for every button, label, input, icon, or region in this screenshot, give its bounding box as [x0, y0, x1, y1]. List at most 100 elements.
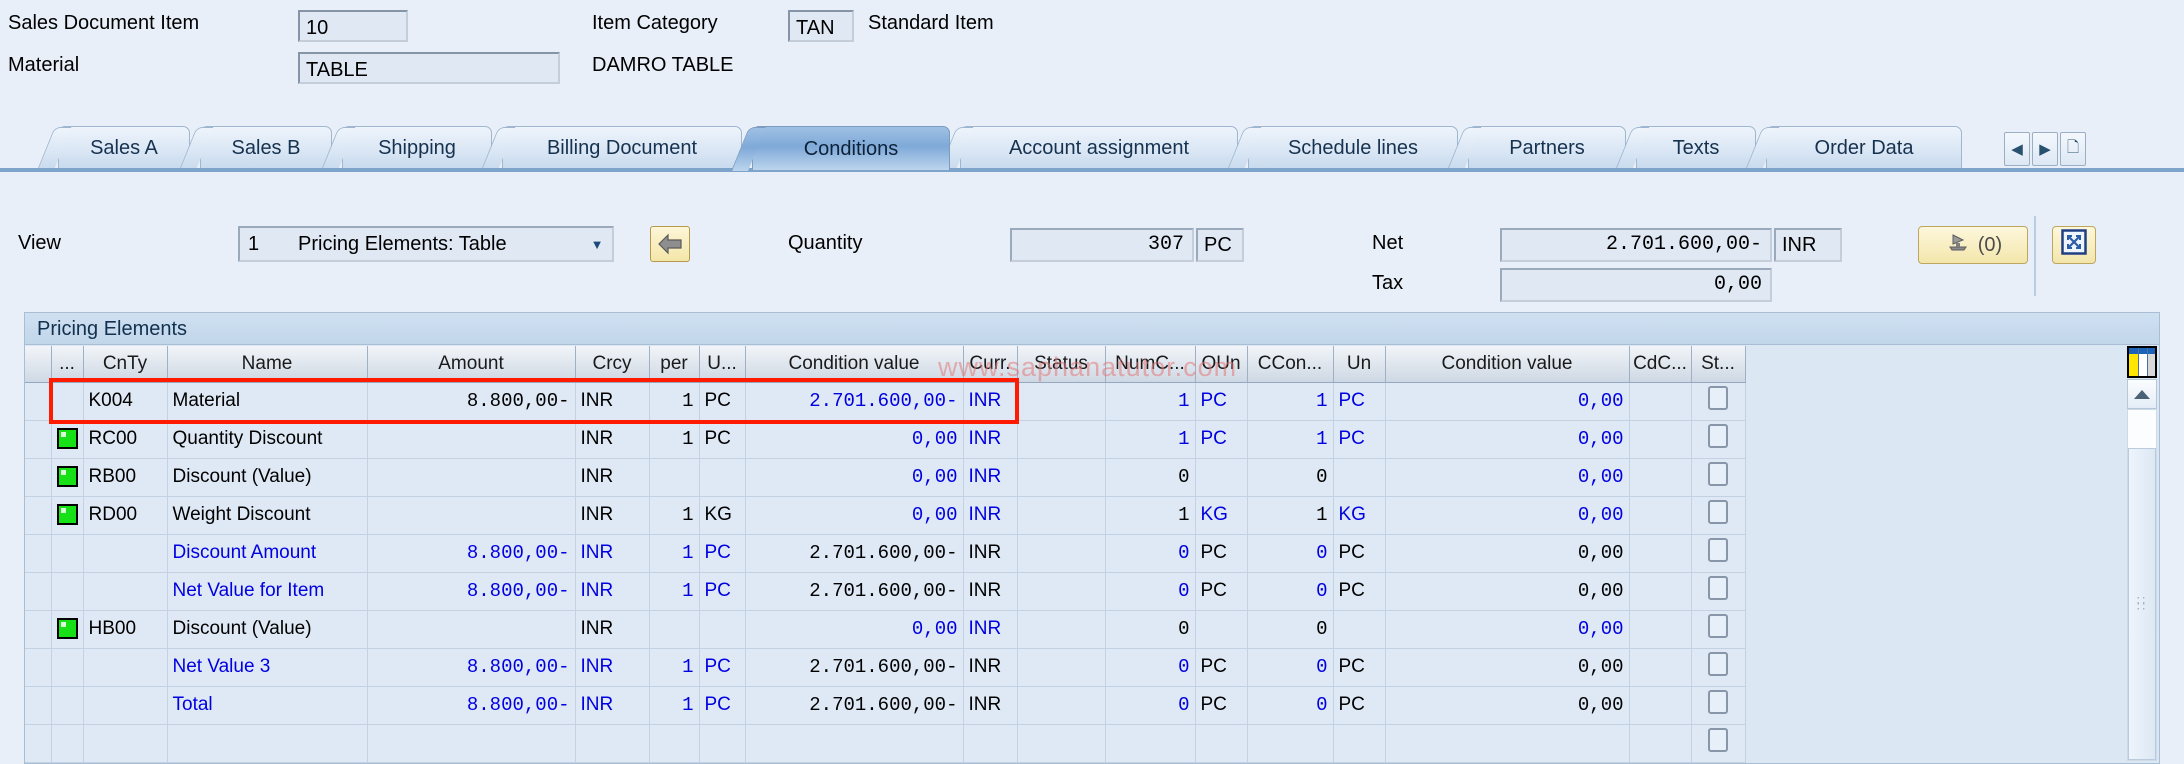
quantity-unit-field[interactable]: PC — [1196, 228, 1244, 262]
cell-ccon[interactable]: 1 — [1247, 382, 1334, 421]
cell-condition-value[interactable]: 2.701.600,00- — [745, 534, 964, 573]
cell-condition-value-2[interactable]: 0,00 — [1385, 420, 1630, 459]
cell-per[interactable]: 1 — [649, 686, 700, 725]
cell-condition-value-2[interactable]: 0,00 — [1385, 534, 1630, 573]
cell-un[interactable] — [1333, 610, 1386, 649]
cell-currency[interactable]: INR — [963, 686, 1018, 725]
cell-ccon[interactable]: 0 — [1247, 648, 1334, 687]
row-checkbox[interactable] — [1708, 576, 1728, 600]
column-header-status[interactable]: Status — [1017, 346, 1106, 383]
table-row[interactable]: Net Value 3 8.800,00- INR 1 PC 2.701.600,00- I… — [25, 648, 1746, 687]
row-selector[interactable] — [25, 534, 52, 573]
row-checkbox[interactable] — [1708, 690, 1728, 714]
cell-crcy[interactable]: INR — [575, 648, 650, 687]
cell-condition-value-2[interactable]: 0,00 — [1385, 496, 1630, 535]
cell-oun[interactable]: PC — [1195, 382, 1248, 421]
cell-unit[interactable]: PC — [699, 534, 746, 573]
cell-cdc[interactable] — [1629, 382, 1692, 421]
cell-per[interactable]: 1 — [649, 382, 700, 421]
cell-per[interactable] — [649, 724, 700, 763]
cell-amount[interactable] — [367, 458, 576, 497]
cell-cnty[interactable]: RC00 — [83, 420, 168, 459]
cell-amount[interactable] — [367, 610, 576, 649]
cell-currency[interactable]: INR — [963, 458, 1018, 497]
cell-unit[interactable]: PC — [699, 648, 746, 687]
cell-oun[interactable]: KG — [1195, 496, 1248, 535]
cell-status-checkbox[interactable] — [1691, 648, 1746, 687]
chevron-right-icon[interactable]: ▶ — [2032, 132, 2058, 166]
row-checkbox[interactable] — [1708, 462, 1728, 486]
cell-crcy[interactable]: INR — [575, 420, 650, 459]
net-value-field[interactable]: 2.701.600,00- — [1500, 228, 1772, 262]
cell-condition-value-2[interactable]: 0,00 — [1385, 458, 1630, 497]
cell-un[interactable]: PC — [1333, 648, 1386, 687]
cell-name[interactable]: Weight Discount — [167, 496, 368, 535]
scrollbar-thumb[interactable]: ∷ ∷ — [2128, 448, 2156, 760]
row-checkbox[interactable] — [1708, 500, 1728, 524]
table-row[interactable]: K004 Material 8.800,00- INR 1 PC 2.701.600,00-… — [25, 382, 1746, 421]
cell-per[interactable]: 1 — [649, 572, 700, 611]
cell-per[interactable]: 1 — [649, 648, 700, 687]
cell-ccon[interactable]: 1 — [1247, 496, 1334, 535]
row-selector[interactable] — [25, 382, 52, 421]
cell-cnty[interactable] — [83, 724, 168, 763]
row-selector[interactable] — [25, 496, 52, 535]
cell-per[interactable] — [649, 458, 700, 497]
cell-cdc[interactable] — [1629, 648, 1692, 687]
row-checkbox[interactable] — [1708, 538, 1728, 562]
cell-unit[interactable]: PC — [699, 572, 746, 611]
cell-amount[interactable] — [367, 496, 576, 535]
cell-status-checkbox[interactable] — [1691, 724, 1746, 763]
cell-currency[interactable]: INR — [963, 534, 1018, 573]
cell-oun[interactable]: PC — [1195, 686, 1248, 725]
cell-crcy[interactable] — [575, 724, 650, 763]
cell-currency[interactable]: INR — [963, 420, 1018, 459]
quantity-field[interactable]: 307 — [1010, 228, 1194, 262]
cell-name[interactable]: Net Value 3 — [167, 648, 368, 687]
row-selector[interactable] — [25, 458, 52, 497]
cell-amount[interactable] — [367, 420, 576, 459]
cell-condition-value[interactable]: 0,00 — [745, 458, 964, 497]
cell-name[interactable]: Quantity Discount — [167, 420, 368, 459]
cell-status-checkbox[interactable] — [1691, 382, 1746, 421]
cell-oun[interactable]: PC — [1195, 420, 1248, 459]
cell-condition-value[interactable]: 2.701.600,00- — [745, 648, 964, 687]
column-header-crcy[interactable]: Crcy — [575, 346, 650, 383]
cell-oun[interactable] — [1195, 610, 1248, 649]
column-header-curr[interactable]: Curr. — [963, 346, 1018, 383]
cell-numc[interactable] — [1105, 724, 1196, 763]
cell-numc[interactable]: 1 — [1105, 420, 1196, 459]
cell-cdc[interactable] — [1629, 610, 1692, 649]
chevron-left-icon[interactable]: ◀ — [2004, 132, 2030, 166]
cell-per[interactable]: 1 — [649, 534, 700, 573]
cell-un[interactable]: PC — [1333, 420, 1386, 459]
cell-status[interactable] — [1017, 534, 1106, 573]
row-selector[interactable] — [25, 648, 52, 687]
cell-status-checkbox[interactable] — [1691, 458, 1746, 497]
cell-numc[interactable]: 0 — [1105, 572, 1196, 611]
column-header-name[interactable]: Name — [167, 346, 368, 383]
cell-condition-value[interactable]: 2.701.600,00- — [745, 572, 964, 611]
cell-cdc[interactable] — [1629, 724, 1692, 763]
cell-unit[interactable]: KG — [699, 496, 746, 535]
pricing-analysis-button[interactable]: (0) — [1918, 226, 2028, 264]
tab-list-icon[interactable]: 🗋 — [2060, 132, 2086, 166]
cell-un[interactable]: PC — [1333, 534, 1386, 573]
cell-name[interactable]: Material — [167, 382, 368, 421]
cell-name[interactable]: Discount (Value) — [167, 458, 368, 497]
cell-currency[interactable]: INR — [963, 496, 1018, 535]
cell-status[interactable] — [1017, 458, 1106, 497]
cell-numc[interactable]: 0 — [1105, 686, 1196, 725]
row-checkbox[interactable] — [1708, 424, 1728, 448]
column-header-per[interactable]: per — [649, 346, 700, 383]
cell-un[interactable]: PC — [1333, 572, 1386, 611]
cell-un[interactable] — [1333, 724, 1386, 763]
column-header-st[interactable]: St... — [1691, 346, 1746, 383]
column-header-ccon[interactable]: CCon... — [1247, 346, 1334, 383]
cell-oun[interactable] — [1195, 458, 1248, 497]
row-checkbox[interactable] — [1708, 386, 1728, 410]
cell-cdc[interactable] — [1629, 420, 1692, 459]
cell-crcy[interactable]: INR — [575, 496, 650, 535]
tax-value-field[interactable]: 0,00 — [1500, 268, 1772, 302]
row-checkbox[interactable] — [1708, 652, 1728, 676]
